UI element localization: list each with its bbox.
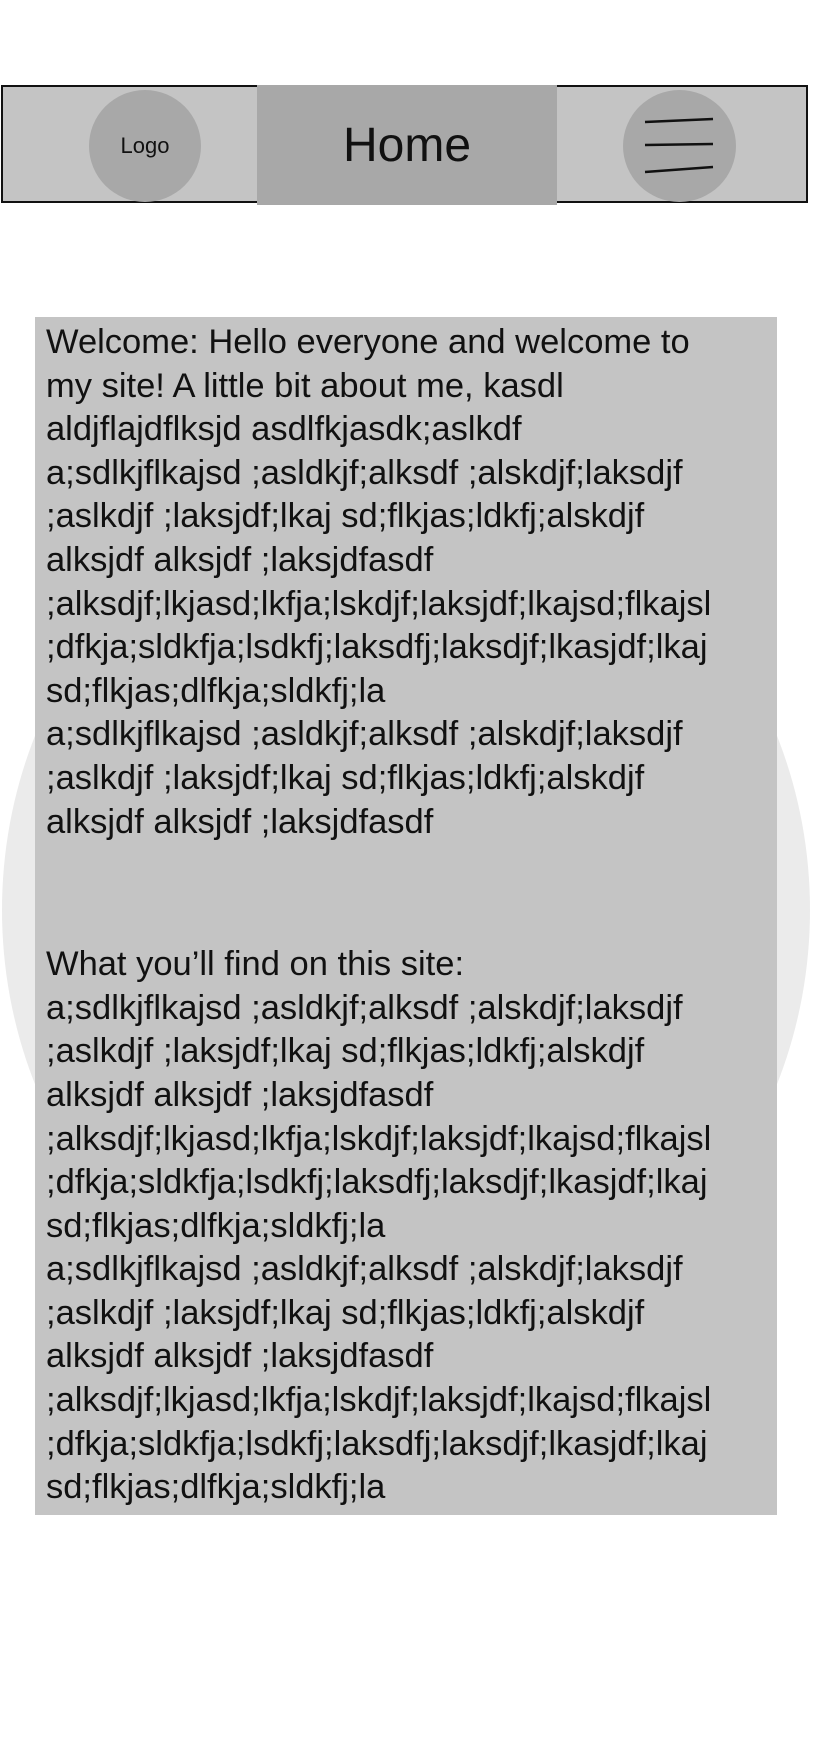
menu-button[interactable] [623, 90, 736, 202]
logo-button[interactable]: Logo [89, 90, 201, 202]
welcome-paragraph: Welcome: Hello everyone and welcome to m… [46, 323, 712, 841]
hamburger-menu-icon [644, 117, 714, 174]
site-contents-paragraph: What you’ll find on this site: a;sdlkjfl… [46, 945, 712, 1507]
content-panel: Welcome: Hello everyone and welcome to m… [35, 317, 777, 1515]
logo-label: Logo [120, 133, 170, 158]
home-nav-button[interactable]: Home [257, 85, 557, 205]
page-title: Home [342, 118, 472, 172]
header-bar: Logo Home [1, 85, 808, 205]
